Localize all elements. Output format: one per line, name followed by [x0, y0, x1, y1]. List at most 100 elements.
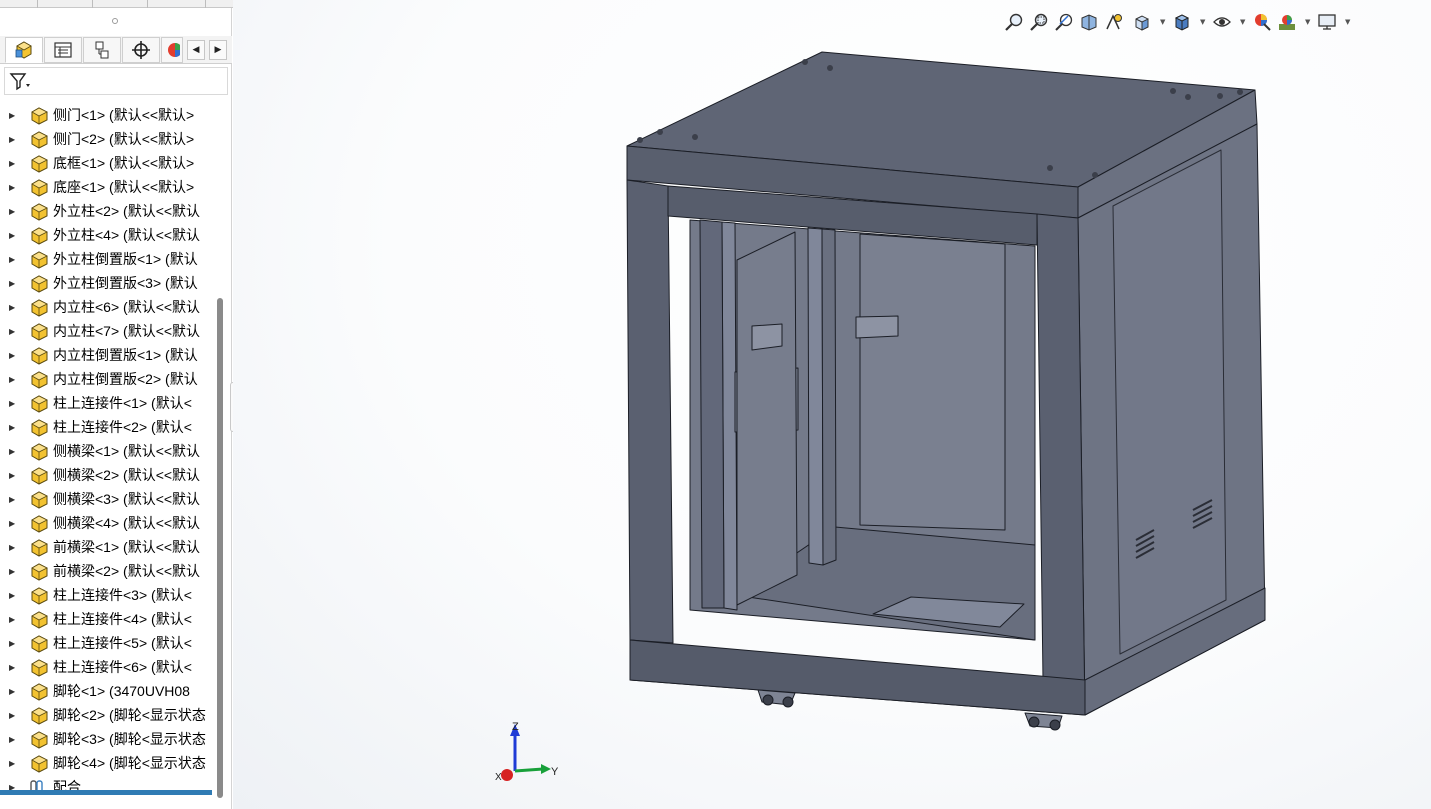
dimxpert-tab[interactable] — [122, 37, 160, 63]
part-icon — [31, 731, 48, 749]
tree-item-component[interactable]: ▶ 外立柱<2> (默认<<默认 — [0, 199, 214, 223]
expand-arrow-icon[interactable]: ▶ — [9, 663, 17, 672]
filter-icon[interactable] — [9, 71, 31, 95]
tab-scroll-right-button[interactable]: ▶ — [209, 40, 227, 60]
tree-item-component[interactable]: ▶ 侧门<2> (默认<<默认> — [0, 127, 214, 151]
tree-item-component[interactable]: ▶ 侧横梁<3> (默认<<默认 — [0, 487, 214, 511]
command-tab[interactable] — [0, 0, 38, 8]
part-icon — [31, 707, 48, 725]
triad-x-label: X — [495, 772, 502, 783]
feature-tree: ▶ 侧门<1> (默认<<默认> ▶ 侧门<2> (默认<<默认> ▶ 底框<1> (默认… — [0, 95, 214, 795]
expand-arrow-icon[interactable]: ▶ — [9, 327, 17, 336]
expand-arrow-icon[interactable]: ▶ — [9, 495, 17, 504]
expand-arrow-icon[interactable]: ▶ — [9, 711, 17, 720]
featuremanager-tab[interactable] — [5, 37, 43, 63]
panel-bottom-accent — [0, 790, 212, 795]
property-list-icon — [54, 42, 72, 58]
part-icon — [31, 275, 48, 293]
expand-arrow-icon[interactable]: ▶ — [9, 303, 17, 312]
expand-arrow-icon[interactable]: ▶ — [9, 615, 17, 624]
tree-item-label: 侧横梁<3> (默认<<默认 — [53, 491, 201, 507]
part-icon — [31, 467, 48, 485]
feature-manager-panel: ◀ ▶ ▶ 侧门<1> (默认<<默认> ▶ 侧门<2> (默认<<默认> ▶ 底框<1>… — [0, 8, 232, 809]
tree-item-component[interactable]: ▶ 柱上连接件<6> (默认< — [0, 655, 214, 679]
tree-scrollbar[interactable] — [216, 298, 224, 798]
tree-item-component[interactable]: ▶ 侧横梁<2> (默认<<默认 — [0, 463, 214, 487]
triad-y-label: Y — [551, 766, 559, 778]
tree-item-component[interactable]: ▶ 柱上连接件<2> (默认< — [0, 415, 214, 439]
tab-scroll-left-button[interactable]: ◀ — [187, 40, 205, 60]
expand-arrow-icon[interactable]: ▶ — [9, 135, 17, 144]
propertymanager-tab[interactable] — [44, 37, 82, 63]
part-icon — [31, 635, 48, 653]
expand-arrow-icon[interactable]: ▶ — [9, 375, 17, 384]
tree-item-component[interactable]: ▶ 前横梁<1> (默认<<默认 — [0, 535, 214, 559]
tree-item-component[interactable]: ▶ 脚轮<1> (3470UVH08 — [0, 679, 214, 703]
part-icon — [31, 587, 48, 605]
expand-arrow-icon[interactable]: ▶ — [9, 183, 17, 192]
expand-arrow-icon[interactable]: ▶ — [9, 591, 17, 600]
tree-item-component[interactable]: ▶ 底框<1> (默认<<默认> — [0, 151, 214, 175]
expand-arrow-icon[interactable]: ▶ — [9, 447, 17, 456]
expand-arrow-icon[interactable]: ▶ — [9, 207, 17, 216]
command-tab[interactable] — [38, 0, 93, 8]
tree-item-component[interactable]: ▶ 侧横梁<1> (默认<<默认 — [0, 439, 214, 463]
expand-arrow-icon[interactable]: ▶ — [9, 159, 17, 168]
expand-arrow-icon[interactable]: ▶ — [9, 111, 17, 120]
command-tab[interactable] — [93, 0, 148, 8]
tree-item-label: 柱上连接件<5> (默认< — [53, 635, 192, 651]
expand-arrow-icon[interactable]: ▶ — [9, 567, 17, 576]
tree-item-label: 脚轮<1> (3470UVH08 — [53, 683, 190, 699]
tree-item-label: 内立柱<6> (默认<<默认 — [53, 299, 201, 315]
part-icon — [31, 419, 48, 437]
expand-arrow-icon[interactable]: ▶ — [9, 279, 17, 288]
tree-item-component[interactable]: ▶ 内立柱<6> (默认<<默认 — [0, 295, 214, 319]
tree-item-component[interactable]: ▶ 脚轮<2> (脚轮<显示状态 — [0, 703, 214, 727]
tree-item-component[interactable]: ▶ 侧门<1> (默认<<默认> — [0, 103, 214, 127]
tree-item-component[interactable]: ▶ 底座<1> (默认<<默认> — [0, 175, 214, 199]
part-icon — [31, 515, 48, 533]
part-icon — [31, 371, 48, 389]
expand-arrow-icon[interactable]: ▶ — [9, 255, 17, 264]
scrollbar-thumb[interactable] — [217, 298, 223, 798]
expand-arrow-icon[interactable]: ▶ — [9, 687, 17, 696]
expand-arrow-icon[interactable]: ▶ — [9, 423, 17, 432]
configurationmanager-tab[interactable] — [83, 37, 121, 63]
expand-arrow-icon[interactable]: ▶ — [9, 351, 17, 360]
tree-item-component[interactable]: ▶ 柱上连接件<5> (默认< — [0, 631, 214, 655]
grip-dot-icon — [112, 18, 118, 24]
part-icon — [31, 443, 48, 461]
caster-wheel-front-left — [757, 689, 796, 708]
tree-item-component[interactable]: ▶ 脚轮<3> (脚轮<显示状态 — [0, 727, 214, 751]
display-manager-tab[interactable] — [161, 37, 183, 63]
panel-grip[interactable] — [0, 8, 232, 36]
expand-arrow-icon[interactable]: ▶ — [9, 735, 17, 744]
tree-item-component[interactable]: ▶ 外立柱倒置版<1> (默认 — [0, 247, 214, 271]
expand-arrow-icon[interactable]: ▶ — [9, 759, 17, 768]
tree-item-component[interactable]: ▶ 内立柱<7> (默认<<默认 — [0, 319, 214, 343]
tree-filter-bar[interactable] — [4, 67, 228, 95]
command-tab[interactable] — [148, 0, 206, 8]
expand-arrow-icon[interactable]: ▶ — [9, 639, 17, 648]
tree-item-label: 外立柱倒置版<1> (默认 — [53, 251, 198, 267]
tree-item-component[interactable]: ▶ 内立柱倒置版<2> (默认 — [0, 367, 214, 391]
tree-item-label: 脚轮<4> (脚轮<显示状态 — [53, 755, 206, 771]
tree-item-component[interactable]: ▶ 外立柱<4> (默认<<默认 — [0, 223, 214, 247]
tree-item-component[interactable]: ▶ 脚轮<4> (脚轮<显示状态 — [0, 751, 214, 775]
tree-item-component[interactable]: ▶ 柱上连接件<1> (默认< — [0, 391, 214, 415]
tree-item-component[interactable]: ▶ 外立柱倒置版<3> (默认 — [0, 271, 214, 295]
cabinet-3d-model[interactable] — [233, 0, 1431, 809]
expand-arrow-icon[interactable]: ▶ — [9, 519, 17, 528]
tree-item-component[interactable]: ▶ 前横梁<2> (默认<<默认 — [0, 559, 214, 583]
expand-arrow-icon[interactable]: ▶ — [9, 471, 17, 480]
expand-arrow-icon[interactable]: ▶ — [9, 543, 17, 552]
tree-item-component[interactable]: ▶ 侧横梁<4> (默认<<默认 — [0, 511, 214, 535]
expand-arrow-icon[interactable]: ▶ — [9, 231, 17, 240]
graphics-area[interactable]: ▼ ▼ ▼ ▼ ▼ Z Y X — [233, 0, 1431, 809]
tree-item-component[interactable]: ▶ 柱上连接件<4> (默认< — [0, 607, 214, 631]
tree-item-label: 内立柱倒置版<2> (默认 — [53, 371, 198, 387]
tree-item-component[interactable]: ▶ 内立柱倒置版<1> (默认 — [0, 343, 214, 367]
tree-item-component[interactable]: ▶ 柱上连接件<3> (默认< — [0, 583, 214, 607]
part-icon — [31, 107, 48, 125]
expand-arrow-icon[interactable]: ▶ — [9, 399, 17, 408]
